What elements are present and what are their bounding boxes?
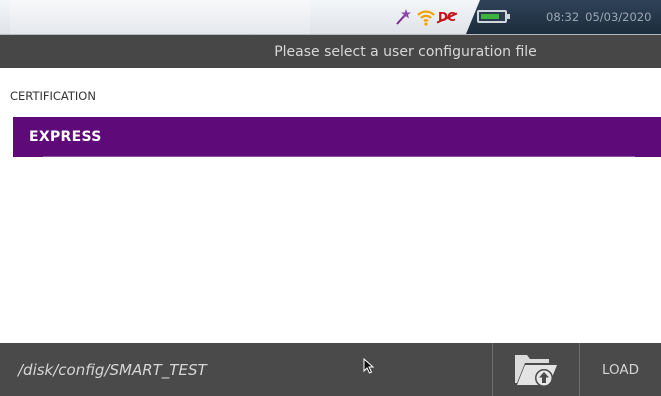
page-title: Please select a user configuration file [274,43,537,60]
title-bar: Please select a user configuration file [0,35,661,68]
open-folder-button[interactable] [493,343,579,396]
wifi-icon [416,8,436,26]
clock-date: 05/03/2020 [585,10,652,24]
status-bar-blank-area [10,0,310,34]
list-item-label: EXPRESS [29,129,102,145]
bottom-bar: /disk/config/SMART_TEST LOAD [0,343,661,396]
section-label-certification: CERTIFICATION [10,89,96,103]
wand-icon [394,8,412,26]
list-item-express[interactable]: EXPRESS [13,117,661,157]
folder-upload-icon [515,355,557,387]
load-button[interactable]: LOAD [580,343,661,396]
battery-icon [477,10,510,23]
dc-power-icon: DC [438,10,456,24]
clock: 08:32 05/03/2020 [546,10,657,24]
status-icons: DC [394,7,457,27]
config-path: /disk/config/SMART_TEST [18,361,207,379]
mouse-cursor-icon [363,357,375,374]
status-bar: DC 08:32 05/03/2020 [0,0,661,35]
clock-time: 08:32 [546,10,580,24]
